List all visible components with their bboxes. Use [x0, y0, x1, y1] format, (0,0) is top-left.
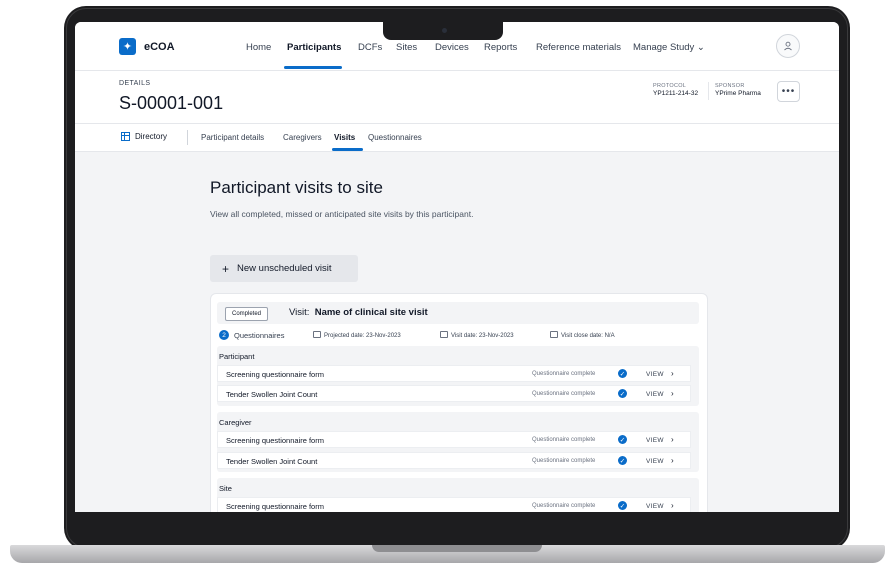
questionnaire-name: Tender Swollen Joint Count [226, 457, 318, 466]
sponsor-label: SPONSOR [715, 83, 745, 89]
visit-title: Visit: Name of clinical site visit [289, 307, 428, 318]
visit-prefix: Visit: [289, 307, 310, 318]
page-description: View all completed, missed or anticipate… [210, 209, 474, 219]
visit-date: Visit date: 23-Nov-2023 [440, 331, 514, 339]
new-visit-label: New unscheduled visit [237, 263, 332, 274]
protocol-value: YP1211-214-32 [653, 90, 699, 97]
questionnaire-name: Screening questionnaire form [226, 436, 324, 445]
visit-header: Completed Visit: Name of clinical site v… [217, 302, 699, 324]
user-profile-button[interactable] [776, 34, 800, 58]
tab-participant-details[interactable]: Participant details [201, 133, 264, 142]
protocol-label: PROTOCOL [653, 83, 687, 89]
tab-caregivers[interactable]: Caregivers [283, 133, 322, 142]
nav-manage-study[interactable]: Manage Study ⌄ [633, 42, 705, 53]
new-unscheduled-visit-button[interactable]: + New unscheduled visit [210, 255, 358, 282]
more-options-button[interactable]: ••• [777, 81, 800, 102]
group-label-caregiver: Caregiver [219, 418, 252, 427]
calendar-icon [550, 331, 558, 338]
projected-date: Projected date: 23-Nov-2023 [313, 331, 401, 339]
nav-participants[interactable]: Participants [287, 42, 341, 53]
questionnaire-row[interactable]: Tender Swollen Joint Count Questionnaire… [217, 452, 691, 469]
check-icon: ✓ [618, 389, 627, 398]
camera-icon [442, 28, 447, 33]
nav-active-indicator [284, 66, 342, 69]
meta-divider [708, 82, 709, 100]
table-grid-icon [121, 132, 130, 141]
view-link[interactable]: VIEW [646, 371, 664, 378]
calendar-icon [440, 331, 448, 338]
status-badge: Completed [225, 307, 269, 321]
details-header: DETAILS S-00001-001 PROTOCOL YP1211-214-… [75, 71, 839, 124]
app-logo[interactable]: ✦ eCOA [119, 38, 175, 55]
questionnaire-name: Screening questionnaire form [226, 502, 324, 511]
tab-visits[interactable]: Visits [334, 133, 355, 142]
questionnaire-status: Questionnaire complete [532, 437, 596, 443]
view-link[interactable]: VIEW [646, 458, 664, 465]
questionnaire-name: Tender Swollen Joint Count [226, 390, 318, 399]
tab-questionnaires[interactable]: Questionnaires [368, 133, 422, 142]
participant-subnav: Directory Participant details Caregivers… [75, 124, 839, 152]
nav-reference-materials[interactable]: Reference materials [536, 42, 621, 53]
directory-label: Directory [135, 132, 168, 141]
chevron-right-icon[interactable]: › [671, 389, 674, 398]
sponsor-meta: SPONSOR YPrime Pharma [715, 82, 761, 98]
chevron-right-icon[interactable]: › [671, 501, 674, 510]
laptop-opening-notch [372, 545, 542, 552]
plus-icon: + [222, 261, 230, 276]
questionnaire-row[interactable]: Screening questionnaire form Questionnai… [217, 497, 691, 512]
page-title: Participant visits to site [210, 178, 383, 197]
subtab-active-indicator [332, 148, 363, 151]
visit-date-text: Visit date: 23-Nov-2023 [451, 333, 514, 339]
questionnaire-status: Questionnaire complete [532, 458, 596, 464]
questionnaire-count-badge: 2 [219, 330, 229, 340]
check-icon: ✓ [618, 456, 627, 465]
view-link[interactable]: VIEW [646, 391, 664, 398]
check-icon: ✓ [618, 435, 627, 444]
chevron-right-icon[interactable]: › [671, 456, 674, 465]
check-icon: ✓ [618, 369, 627, 378]
group-label-participant: Participant [219, 352, 255, 361]
participant-id: S-00001-001 [119, 93, 224, 113]
nav-sites[interactable]: Sites [396, 42, 417, 53]
app-logo-text: eCOA [144, 40, 175, 53]
questionnaire-row[interactable]: Screening questionnaire form Questionnai… [217, 431, 691, 448]
questionnaire-row[interactable]: Tender Swollen Joint Count Questionnaire… [217, 385, 691, 402]
view-link[interactable]: VIEW [646, 503, 664, 510]
visit-name: Name of clinical site visit [314, 307, 428, 318]
ecoa-logo-icon: ✦ [119, 38, 136, 55]
nav-dcfs[interactable]: DCFs [358, 42, 382, 53]
calendar-icon [313, 331, 321, 338]
user-icon [784, 41, 792, 51]
visit-close-date: Visit close date: N/A [550, 331, 615, 339]
group-label-site: Site [219, 484, 232, 493]
questionnaire-row[interactable]: Screening questionnaire form Questionnai… [217, 365, 691, 382]
app-screen: ✦ eCOA Home Participants DCFs Sites Devi… [75, 22, 839, 512]
questionnaire-name: Screening questionnaire form [226, 370, 324, 379]
nav-devices[interactable]: Devices [435, 42, 469, 53]
visit-close-date-text: Visit close date: N/A [561, 333, 615, 339]
questionnaires-label: Questionnaires [234, 331, 285, 340]
questionnaire-status: Questionnaire complete [532, 371, 596, 377]
sponsor-value: YPrime Pharma [715, 90, 761, 97]
questionnaire-status: Questionnaire complete [532, 391, 596, 397]
visit-card: Completed Visit: Name of clinical site v… [210, 293, 708, 512]
camera-notch [383, 22, 503, 40]
details-kicker: DETAILS [119, 80, 151, 87]
view-link[interactable]: VIEW [646, 437, 664, 444]
projected-date-text: Projected date: 23-Nov-2023 [324, 333, 401, 339]
protocol-meta: PROTOCOL YP1211-214-32 [653, 82, 698, 98]
check-icon: ✓ [618, 501, 627, 510]
chevron-right-icon[interactable]: › [671, 435, 674, 444]
nav-home[interactable]: Home [246, 42, 271, 53]
chevron-right-icon[interactable]: › [671, 369, 674, 378]
questionnaire-status: Questionnaire complete [532, 503, 596, 509]
directory-button[interactable]: Directory [121, 132, 167, 141]
subnav-divider [187, 130, 188, 145]
nav-reports[interactable]: Reports [484, 42, 517, 53]
